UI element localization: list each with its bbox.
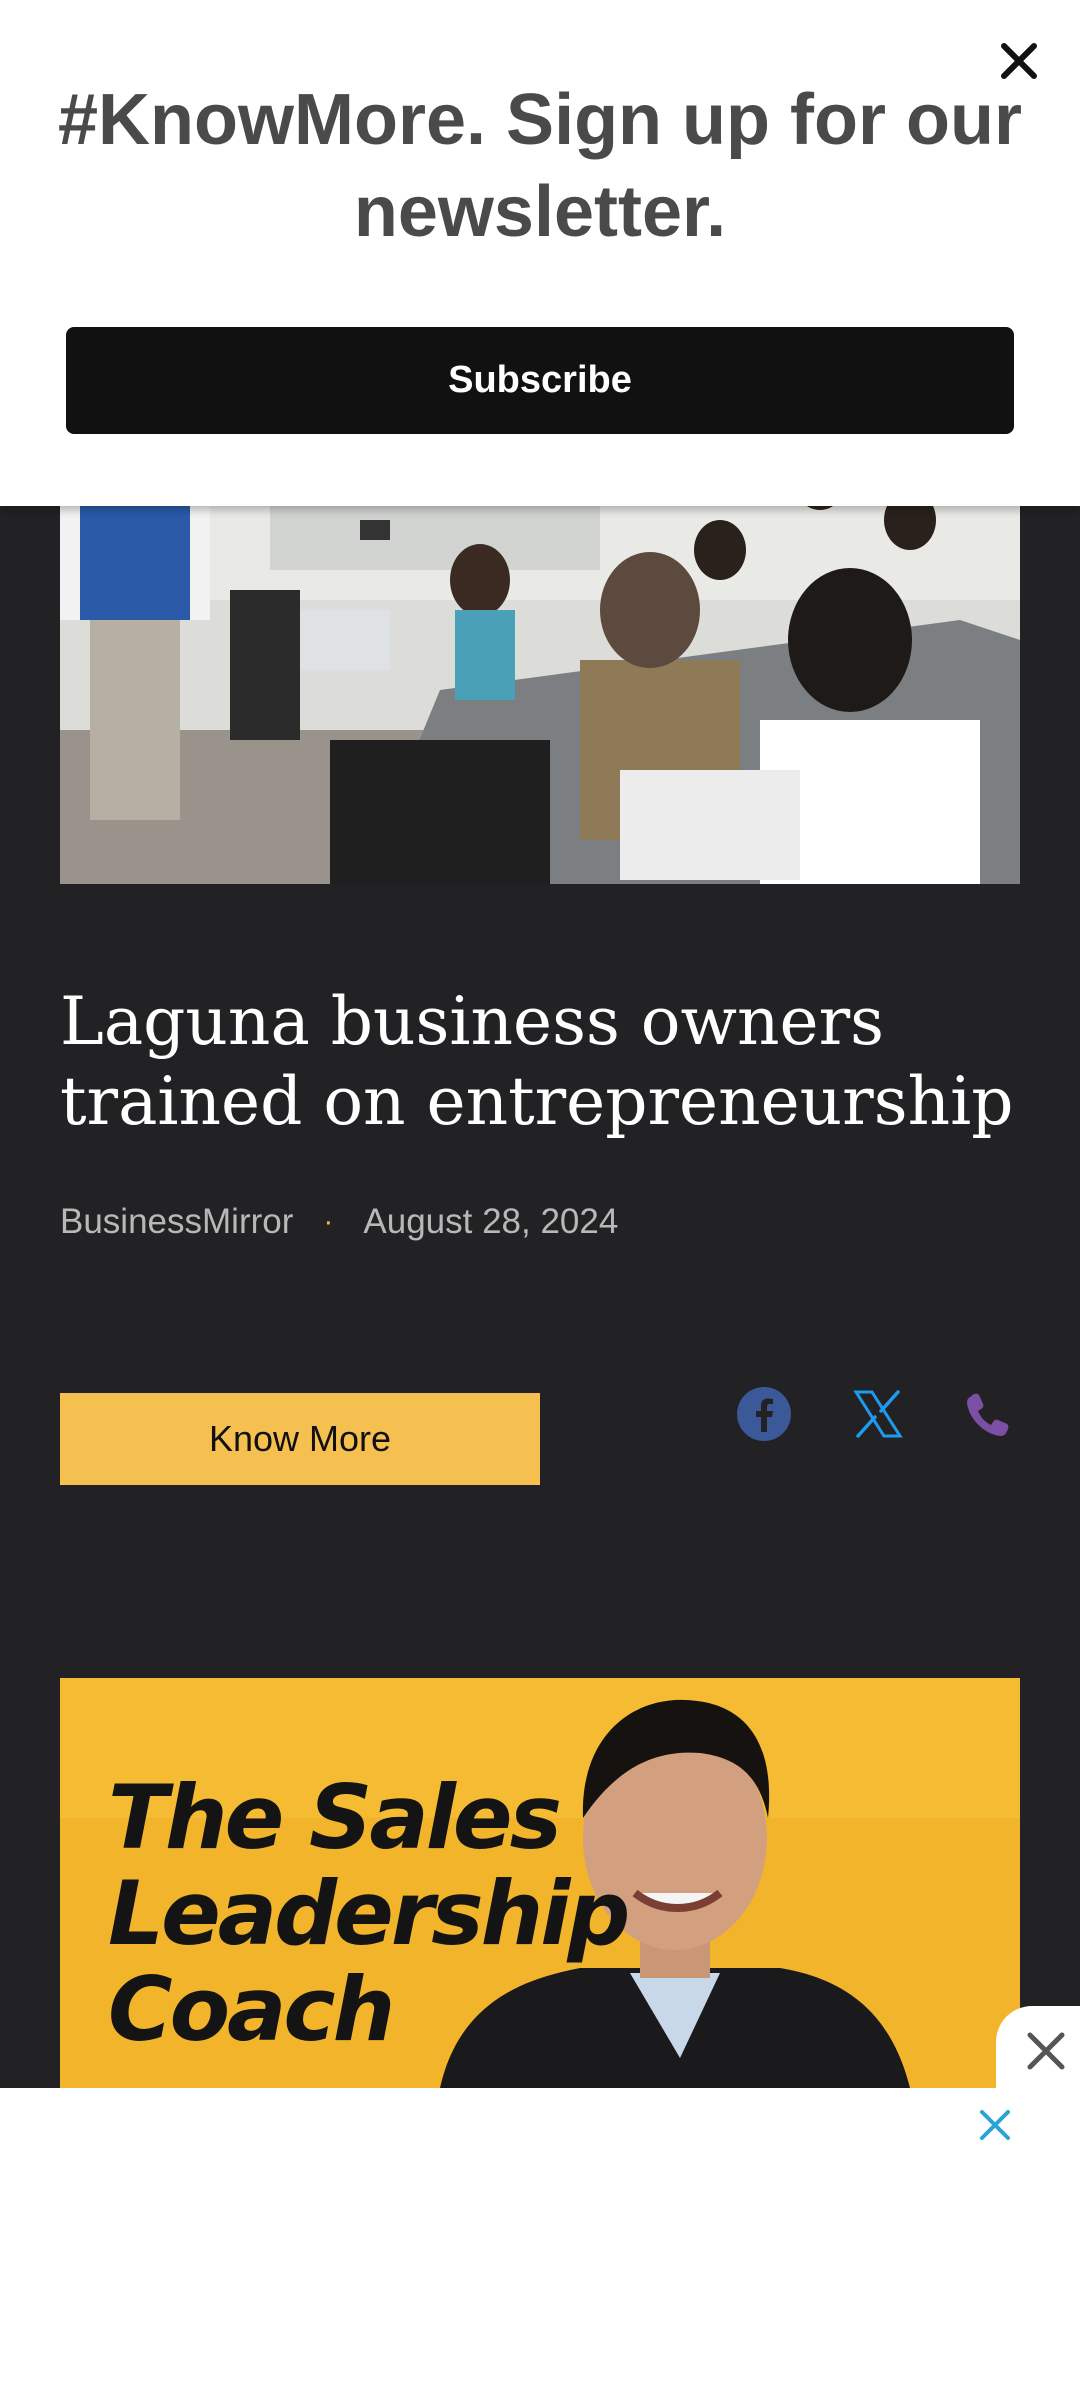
- x-share-button[interactable]: [848, 1384, 908, 1444]
- ad-close-button[interactable]: [970, 2100, 1020, 2150]
- know-more-button[interactable]: Know More: [60, 1393, 540, 1485]
- article-source: BusinessMirror: [60, 1202, 294, 1241]
- article-title[interactable]: Laguna business owners trained on entrep…: [60, 982, 1040, 1142]
- newsletter-title: #KnowMore. Sign up for our newsletter.: [58, 80, 1022, 252]
- close-icon: [1001, 43, 1037, 79]
- phone-share-button[interactable]: [958, 1384, 1018, 1444]
- facebook-share-button[interactable]: [734, 1384, 794, 1444]
- article-date: August 28, 2024: [363, 1202, 619, 1241]
- facebook-icon: [737, 1387, 791, 1441]
- article-meta: BusinessMirror · August 28, 2024: [60, 1202, 618, 1242]
- close-icon: [1027, 2032, 1065, 2070]
- promo-text: The Sales Leadership Coach: [108, 1766, 630, 2061]
- x-icon: [853, 1390, 903, 1438]
- newsletter-banner: #KnowMore. Sign up for our newsletter. S…: [0, 0, 1080, 506]
- ad-area: [0, 2088, 1080, 2400]
- meta-separator: ·: [323, 1205, 334, 1238]
- promo-close-button[interactable]: [996, 2006, 1080, 2096]
- close-icon: [980, 2110, 1010, 2140]
- classroom-photo: [60, 440, 1020, 884]
- newsletter-close-button[interactable]: [990, 32, 1048, 90]
- phone-icon: [967, 1393, 1009, 1436]
- subscribe-button[interactable]: Subscribe: [66, 327, 1014, 434]
- article-image[interactable]: [60, 440, 1020, 884]
